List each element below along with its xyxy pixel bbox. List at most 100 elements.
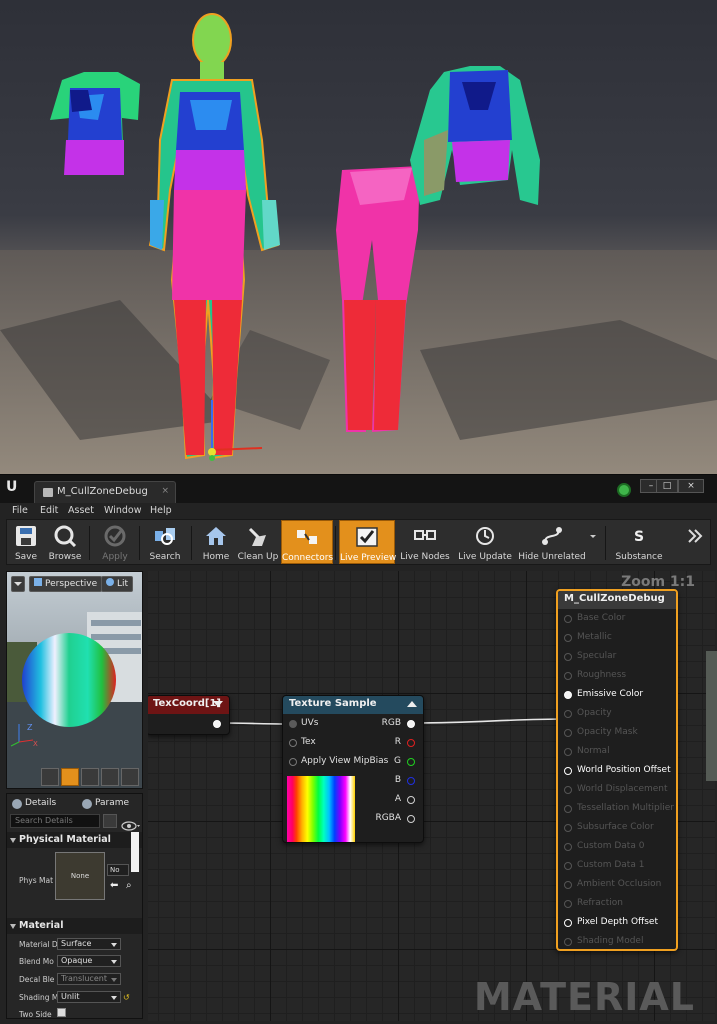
texcoord-output-pin[interactable]	[213, 720, 221, 728]
document-tab[interactable]: M_CullZoneDebug ×	[34, 481, 176, 503]
result-pin-emissive-color[interactable]	[564, 691, 572, 699]
search-button[interactable]: Search	[145, 520, 185, 564]
result-pin-normal[interactable]	[564, 748, 572, 756]
result-pin-pixel-depth-offset[interactable]	[564, 919, 572, 927]
result-pin-world-position-offset[interactable]	[564, 767, 572, 775]
result-pin-refraction[interactable]	[564, 900, 572, 908]
viewport-options-button[interactable]	[11, 576, 25, 592]
tab-details[interactable]: Details	[9, 796, 73, 812]
tab-close-icon[interactable]: ×	[161, 486, 169, 496]
live-nodes-toggle[interactable]: Live Nodes	[399, 520, 451, 564]
cube-icon	[34, 578, 42, 586]
hide-unrelated-icon	[542, 527, 562, 545]
result-pin-subsurface-color[interactable]	[564, 824, 572, 832]
result-pin-world-displacement[interactable]	[564, 786, 572, 794]
search-label: Search	[149, 552, 181, 562]
texture-sample-node-header[interactable]: Texture Sample	[283, 696, 423, 714]
g-output-pin[interactable]	[407, 758, 415, 766]
browse-button[interactable]: Browse	[45, 520, 85, 564]
physical-material-section[interactable]: Physical Material	[7, 832, 142, 848]
material-graph[interactable]: Zoom 1:1 MATERIAL TexCoord[1] Texture Sa…	[148, 571, 715, 1021]
details-scrollbar[interactable]	[131, 832, 139, 872]
clean-up-button[interactable]: Clean Up	[237, 520, 279, 564]
source-control-status-icon[interactable]	[617, 483, 631, 497]
result-pin-specular[interactable]	[564, 653, 572, 661]
custom-mesh-shape-icon[interactable]	[121, 768, 139, 786]
menu-help[interactable]: Help	[150, 505, 172, 516]
phys-mat-thumbnail[interactable]: None	[55, 852, 105, 900]
apply-view-mipbias-input-pin[interactable]	[289, 758, 297, 766]
cube-shape-icon[interactable]	[101, 768, 119, 786]
material-result-node-header[interactable]: M_CullZoneDebug	[558, 591, 676, 609]
sphere-shape-icon[interactable]	[61, 768, 79, 786]
phys-mat-combo[interactable]: No	[107, 864, 129, 876]
texcoord-node[interactable]: TexCoord[1]	[148, 695, 230, 735]
result-pin-custom-data-1[interactable]	[564, 862, 572, 870]
live-update-toggle[interactable]: Live Update	[455, 520, 515, 564]
save-button[interactable]: Save	[9, 520, 43, 564]
rgb-output-pin[interactable]	[407, 720, 415, 728]
r-output-pin[interactable]	[407, 739, 415, 747]
plane-shape-icon[interactable]	[81, 768, 99, 786]
material-domain-combo[interactable]: Surface	[57, 938, 121, 950]
toolbar-overflow-button[interactable]	[683, 520, 707, 564]
blend-mode-combo[interactable]: Opaque	[57, 955, 121, 967]
tex-input-pin[interactable]	[289, 739, 297, 747]
shading-model-combo[interactable]: Unlit	[57, 991, 121, 1003]
result-pin-opacity[interactable]	[564, 710, 572, 718]
menu-window[interactable]: Window	[104, 505, 141, 516]
result-pin-metallic[interactable]	[564, 634, 572, 642]
rgba-output-pin[interactable]	[407, 815, 415, 823]
eye-icon[interactable]	[121, 816, 141, 831]
result-pin-label: Custom Data 0	[577, 841, 645, 851]
uvs-input-pin[interactable]	[289, 720, 297, 728]
cylinder-shape-icon[interactable]	[41, 768, 59, 786]
phys-mat-label: Phys Mat	[19, 876, 54, 885]
result-pin-roughness[interactable]	[564, 672, 572, 680]
shirt-mesh-small	[50, 72, 140, 175]
live-preview-toggle[interactable]: Live Preview	[339, 520, 396, 564]
level-viewport[interactable]	[0, 0, 717, 478]
result-pin-ambient-occlusion[interactable]	[564, 881, 572, 889]
reset-to-default-icon[interactable]: ↺	[123, 993, 130, 1002]
maximize-button[interactable]: □	[656, 479, 678, 493]
result-pin-shading-model[interactable]	[564, 938, 572, 946]
decal-blend-combo[interactable]: Translucent	[57, 973, 121, 985]
connectors-toggle[interactable]: Connectors	[281, 520, 333, 564]
browse-asset-icon[interactable]: ⌕	[126, 880, 132, 891]
menu-file[interactable]: File	[12, 505, 28, 516]
hide-unrelated-dropdown[interactable]	[587, 520, 599, 564]
texture-sample-node[interactable]: Texture Sample UVs Tex Apply View MipBia…	[282, 695, 424, 843]
a-output-pin[interactable]	[407, 796, 415, 804]
jacket-mesh	[410, 66, 540, 205]
material-section[interactable]: Material	[7, 918, 142, 934]
a-output-label: A	[394, 794, 401, 804]
apply-button[interactable]: Apply	[95, 520, 135, 564]
substance-button[interactable]: S Substance	[611, 520, 667, 564]
collapse-icon[interactable]	[213, 701, 223, 707]
two-sided-checkbox[interactable]	[57, 1008, 66, 1017]
search-details-input[interactable]: Search Details	[10, 814, 100, 828]
result-pin-base-color[interactable]	[564, 615, 572, 623]
perspective-button[interactable]: Perspective	[29, 576, 103, 592]
menu-edit[interactable]: Edit	[40, 505, 58, 516]
result-pin-tessellation-multiplier[interactable]	[564, 805, 572, 813]
close-button[interactable]: ×	[678, 479, 704, 493]
texcoord-node-header[interactable]: TexCoord[1]	[148, 696, 229, 714]
material-result-node[interactable]: M_CullZoneDebug Base Color Metallic Specul…	[556, 589, 678, 951]
b-output-pin[interactable]	[407, 777, 415, 785]
result-pin-custom-data-0[interactable]	[564, 843, 572, 851]
collapse-icon[interactable]	[407, 701, 417, 707]
hide-unrelated-button[interactable]: Hide Unrelated	[517, 520, 587, 564]
material-preview-viewport[interactable]: Z X Perspective Lit	[6, 571, 143, 789]
clean-up-icon	[248, 527, 266, 546]
home-icon	[206, 527, 226, 545]
arrow-left-icon[interactable]: ⬅	[110, 880, 118, 891]
material-editor-window: U M_CullZoneDebug × – □ × File Edit Asse…	[0, 474, 717, 1024]
tab-parameters[interactable]: Parame	[79, 796, 142, 812]
result-pin-opacity-mask[interactable]	[564, 729, 572, 737]
grid-view-icon[interactable]	[103, 814, 117, 828]
lit-button[interactable]: Lit	[101, 576, 134, 592]
menu-asset[interactable]: Asset	[68, 505, 94, 516]
home-button[interactable]: Home	[197, 520, 235, 564]
